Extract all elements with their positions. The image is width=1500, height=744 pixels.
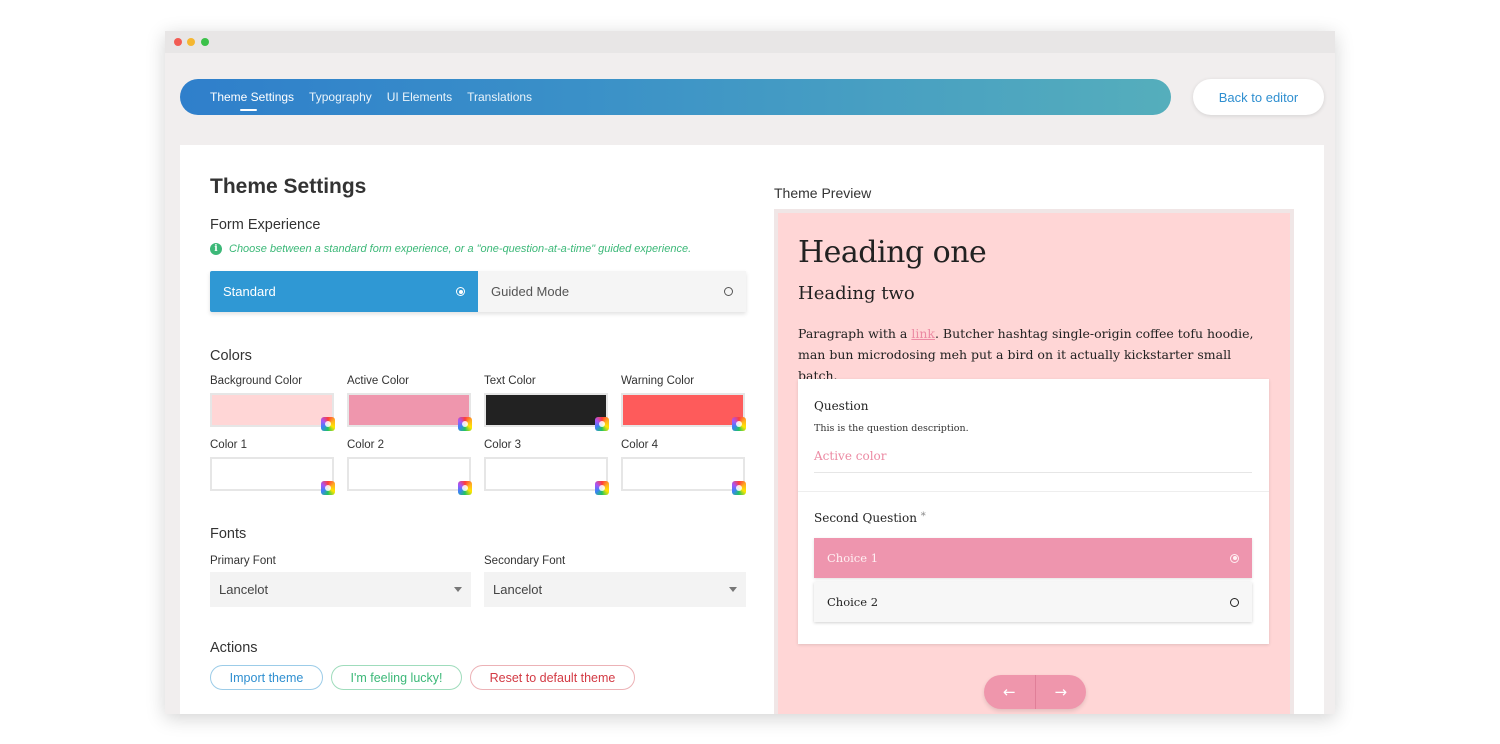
- choice-two-label: Choice 2: [827, 595, 879, 609]
- chevron-down-icon: [729, 587, 737, 592]
- radio-unselected-icon: [724, 287, 733, 296]
- color-picker-icon[interactable]: [595, 417, 609, 431]
- back-to-editor-button[interactable]: Back to editor: [1193, 79, 1324, 115]
- tab-theme-settings[interactable]: Theme Settings: [210, 90, 294, 111]
- text-color-swatch[interactable]: [484, 393, 608, 427]
- standard-mode-option[interactable]: Standard: [210, 271, 478, 312]
- color-picker-icon[interactable]: [321, 417, 335, 431]
- color-picker-icon[interactable]: [321, 481, 335, 495]
- browser-window: Theme Settings Typography UI Elements Tr…: [165, 31, 1335, 714]
- primary-font-select[interactable]: Lancelot: [210, 572, 471, 607]
- guided-mode-option[interactable]: Guided Mode: [478, 271, 746, 312]
- primary-font-value: Lancelot: [219, 582, 269, 597]
- window-titlebar: [165, 31, 1335, 53]
- preview-form-card: Question This is the question descriptio…: [798, 379, 1269, 644]
- arrow-left-icon[interactable]: ←: [984, 675, 1036, 709]
- theme-preview: Heading one Heading two Paragraph with a…: [774, 209, 1294, 714]
- color-1-label: Color 1: [210, 439, 248, 451]
- color-2-label: Color 2: [347, 439, 385, 451]
- color-2-swatch[interactable]: [347, 457, 471, 491]
- form-experience-toggle: Standard Guided Mode: [210, 271, 746, 312]
- active-color-swatch[interactable]: [347, 393, 471, 427]
- info-icon: i: [210, 243, 222, 255]
- background-color-swatch[interactable]: [210, 393, 334, 427]
- question-two-title: Second Question *: [814, 511, 926, 525]
- color-picker-icon[interactable]: [732, 417, 746, 431]
- radio-unselected-icon: [1230, 597, 1239, 607]
- active-color-label: Active Color: [347, 375, 409, 387]
- question-one-title: Question: [814, 399, 869, 413]
- guided-mode-label: Guided Mode: [491, 284, 570, 299]
- color-picker-icon[interactable]: [595, 481, 609, 495]
- import-theme-button[interactable]: Import theme: [210, 665, 323, 690]
- secondary-font-label: Secondary Font: [484, 555, 566, 567]
- background-color-label: Background Color: [210, 375, 303, 387]
- maximize-window-icon[interactable]: [201, 38, 209, 46]
- standard-mode-label: Standard: [223, 284, 276, 299]
- color-4-swatch[interactable]: [621, 457, 745, 491]
- question-two-label: Second Question: [814, 511, 917, 525]
- color-picker-icon[interactable]: [458, 417, 472, 431]
- preview-paragraph: Paragraph with a link. Butcher hashtag s…: [798, 323, 1258, 386]
- radio-selected-icon: [1230, 553, 1239, 563]
- color-4-label: Color 4: [621, 439, 659, 451]
- warning-color-label: Warning Color: [621, 375, 695, 387]
- primary-font-label: Primary Font: [210, 555, 276, 567]
- tab-translations[interactable]: Translations: [467, 90, 532, 104]
- preview-link[interactable]: link: [911, 326, 935, 341]
- color-picker-icon[interactable]: [732, 481, 746, 495]
- minimize-window-icon[interactable]: [187, 38, 195, 46]
- choice-one-option[interactable]: Choice 1: [814, 538, 1252, 578]
- chevron-down-icon: [454, 587, 462, 592]
- arrow-right-icon[interactable]: →: [1036, 675, 1087, 709]
- radio-selected-icon: [456, 287, 465, 296]
- question-one-input[interactable]: Active color: [814, 449, 1252, 473]
- required-marker: *: [920, 511, 926, 522]
- page-title: Theme Settings: [210, 175, 367, 198]
- choice-two-option[interactable]: Choice 2: [814, 582, 1252, 622]
- tab-ui-elements[interactable]: UI Elements: [387, 90, 452, 104]
- secondary-font-value: Lancelot: [493, 582, 543, 597]
- warning-color-swatch[interactable]: [621, 393, 745, 427]
- form-experience-hint: i Choose between a standard form experie…: [210, 243, 691, 255]
- feeling-lucky-button[interactable]: I'm feeling lucky!: [331, 665, 462, 690]
- preview-heading-two: Heading two: [798, 283, 915, 304]
- actions-title: Actions: [210, 640, 258, 656]
- choice-one-label: Choice 1: [827, 551, 879, 565]
- color-3-swatch[interactable]: [484, 457, 608, 491]
- divider: [798, 491, 1269, 492]
- color-1-swatch[interactable]: [210, 457, 334, 491]
- preview-heading-one: Heading one: [798, 235, 987, 270]
- tab-typography[interactable]: Typography: [309, 90, 372, 104]
- secondary-font-select[interactable]: Lancelot: [484, 572, 746, 607]
- reset-theme-button[interactable]: Reset to default theme: [470, 665, 635, 690]
- preview-pager: ← →: [984, 675, 1086, 709]
- color-picker-icon[interactable]: [458, 481, 472, 495]
- form-experience-title: Form Experience: [210, 217, 321, 233]
- fonts-title: Fonts: [210, 526, 247, 542]
- theme-preview-title: Theme Preview: [774, 185, 872, 201]
- para-text-before: Paragraph with a: [798, 326, 912, 341]
- close-window-icon[interactable]: [174, 38, 182, 46]
- question-one-description: This is the question description.: [814, 423, 969, 434]
- hint-text: Choose between a standard form experienc…: [229, 243, 692, 255]
- colors-title: Colors: [210, 348, 252, 364]
- settings-panel: Theme Settings Form Experience i Choose …: [180, 145, 1324, 714]
- text-color-label: Text Color: [484, 375, 536, 387]
- color-3-label: Color 3: [484, 439, 522, 451]
- top-navbar: Theme Settings Typography UI Elements Tr…: [180, 79, 1171, 115]
